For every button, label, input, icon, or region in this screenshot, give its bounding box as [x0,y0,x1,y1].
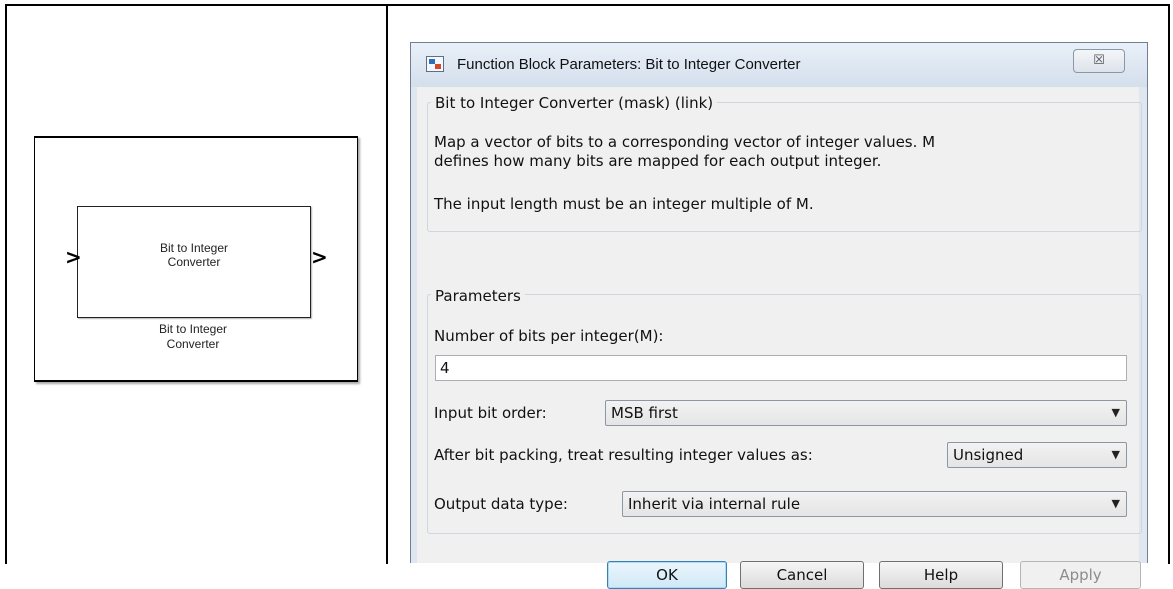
input-bit-order-select[interactable]: MSB first ▼ [605,400,1127,426]
select-value: MSB first [611,404,678,422]
table-divider [386,4,388,564]
help-button[interactable]: Help [879,561,1003,589]
output-port-icon[interactable]: > [311,245,328,269]
input-bit-order-label: Input bit order: [434,404,547,422]
chevron-down-icon: ▼ [1111,448,1120,461]
description-line-3: The input length must be an integer mult… [434,195,814,213]
integer-values-select[interactable]: Unsigned ▼ [947,442,1127,468]
mask-group-legend: Bit to Integer Converter (mask) (link) [431,94,718,112]
block-label: Bit to Integer Converter [159,241,229,269]
block-caption[interactable]: Bit to Integer Converter [77,322,309,352]
output-data-type-select[interactable]: Inherit via internal rule ▼ [622,491,1127,517]
input-port-icon[interactable]: > [65,245,82,269]
ok-button[interactable]: OK [607,561,727,589]
title-bar[interactable]: Function Block Parameters: Bit to Intege… [411,43,1147,87]
description-line-1: Map a vector of bits to a corresponding … [434,133,936,151]
dialog-title: Function Block Parameters: Bit to Intege… [457,56,801,73]
bit-to-integer-block[interactable]: Bit to Integer Converter [77,206,311,318]
select-value: Inherit via internal rule [628,495,801,513]
chevron-down-icon: ▼ [1111,497,1120,510]
cancel-button[interactable]: Cancel [740,561,864,589]
close-button[interactable]: ☒ [1073,49,1125,73]
simulink-icon [426,56,444,72]
function-block-parameters-dialog: Function Block Parameters: Bit to Intege… [410,42,1148,589]
description-line-2: defines how many bits are mapped for eac… [434,152,882,170]
apply-button[interactable]: Apply [1020,561,1141,589]
close-icon: ☒ [1093,53,1105,68]
chevron-down-icon: ▼ [1111,406,1120,419]
select-value: Unsigned [953,446,1024,464]
dialog-client: Bit to Integer Converter (mask) (link) M… [417,87,1142,589]
bits-per-integer-input[interactable]: 4 [435,355,1127,381]
integer-values-label: After bit packing, treat resulting integ… [434,446,813,464]
output-data-type-label: Output data type: [434,495,568,513]
bits-per-integer-label: Number of bits per integer(M): [434,327,664,345]
parameters-legend: Parameters [431,287,525,305]
